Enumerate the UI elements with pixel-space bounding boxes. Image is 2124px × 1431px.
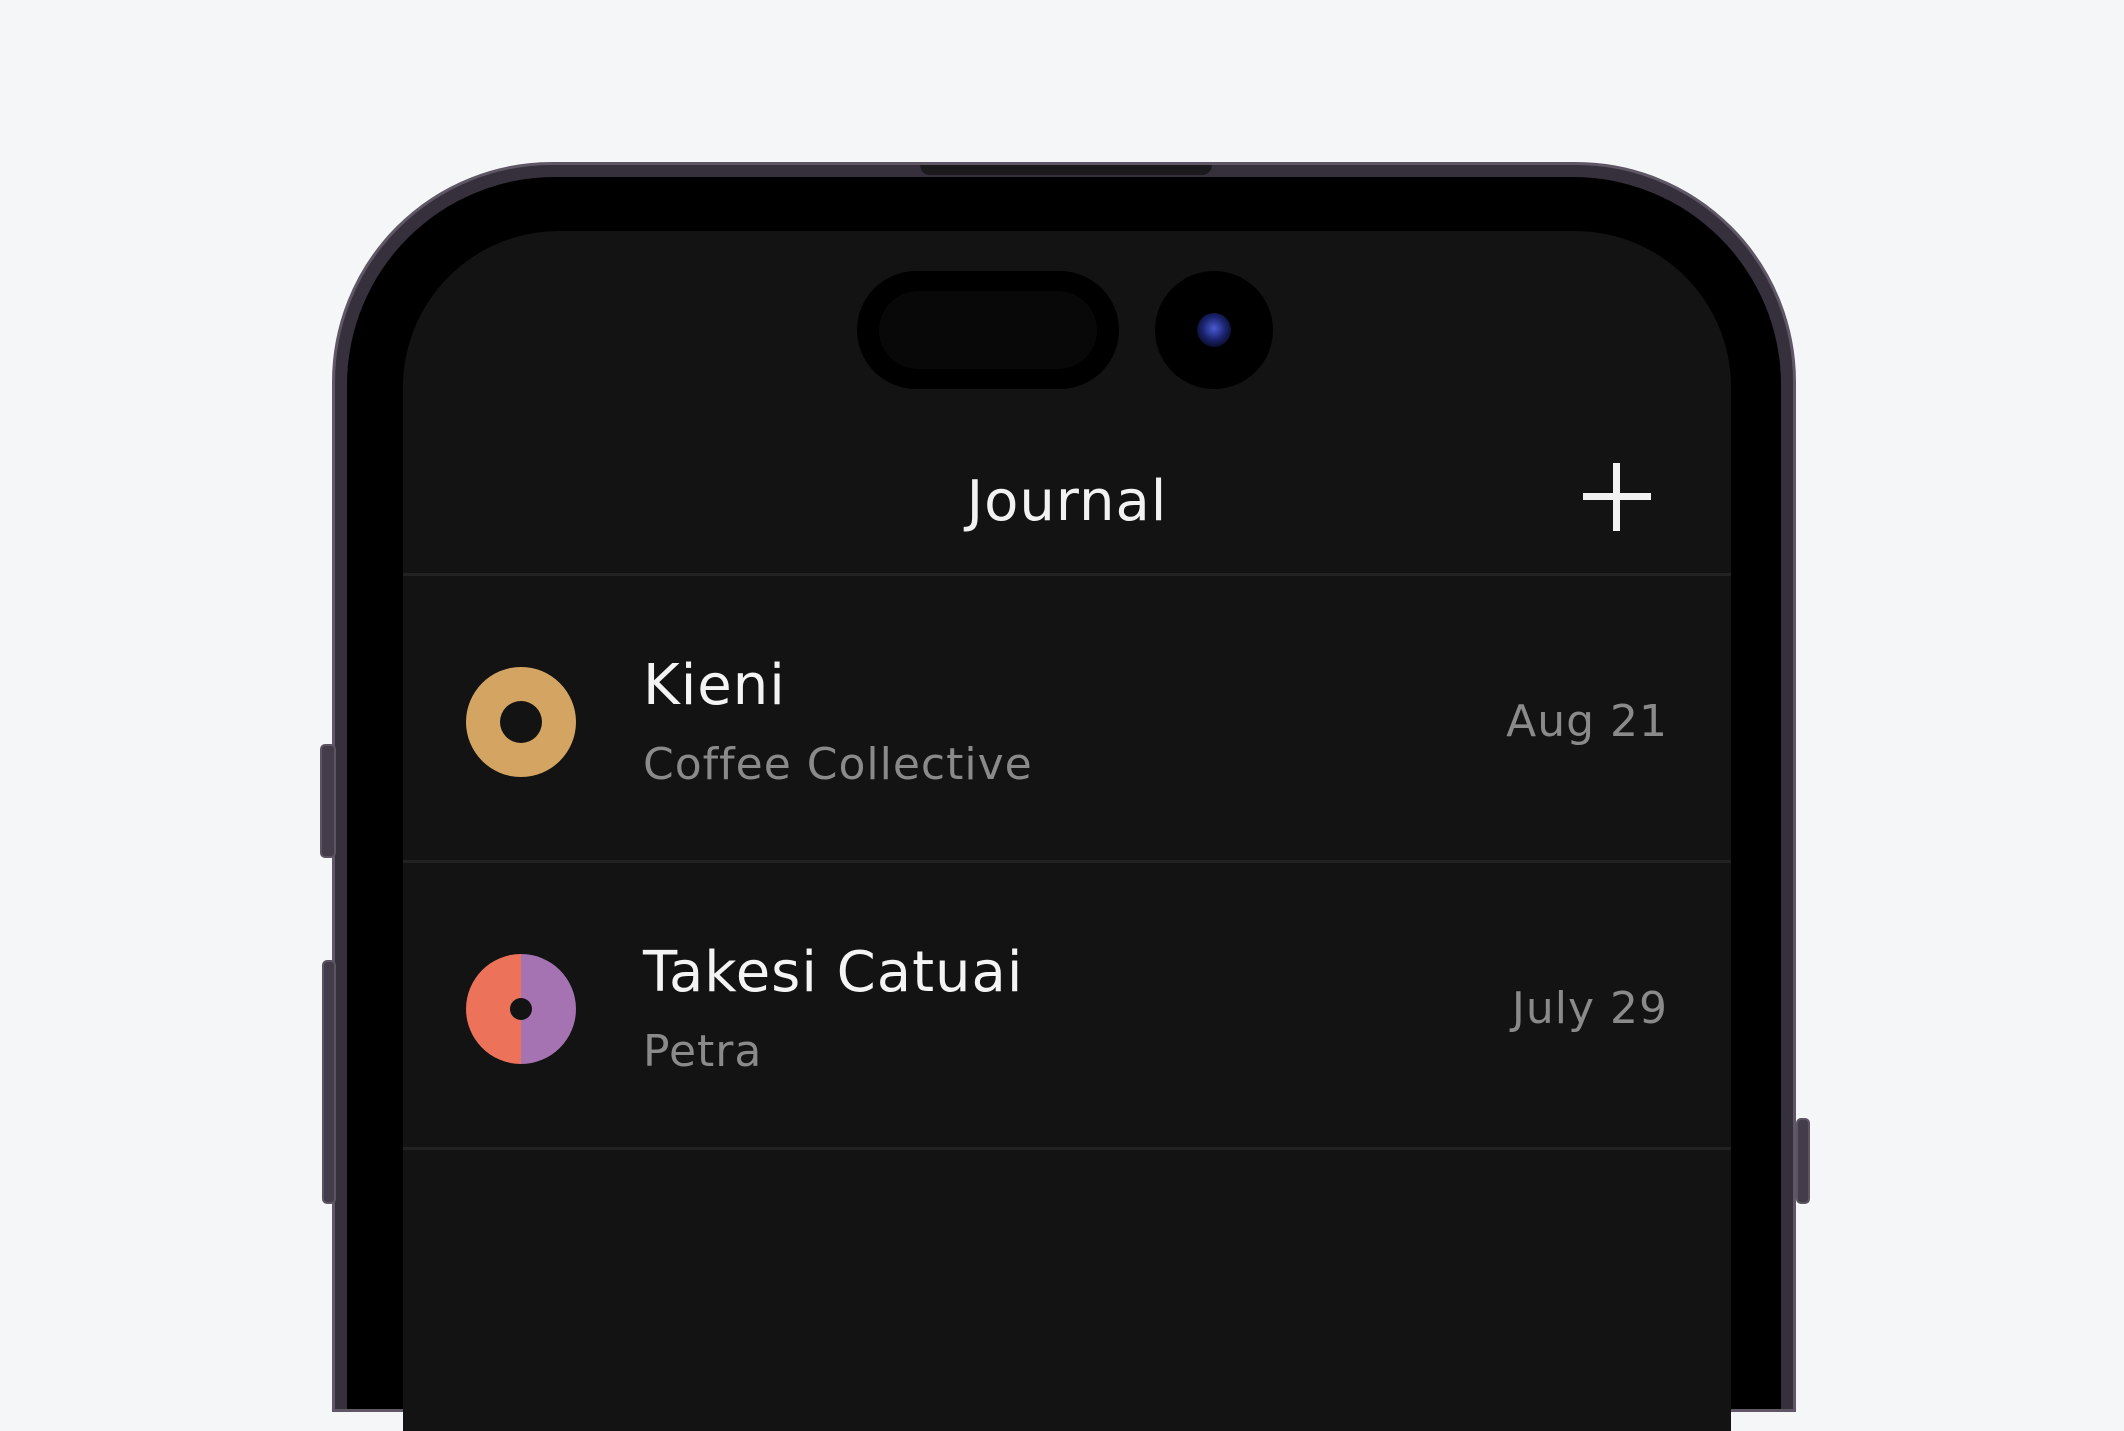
list-item[interactable]: Kieni Coffee Collective Aug 21 [403, 576, 1731, 863]
plus-icon [1583, 463, 1651, 531]
ring-avatar-icon [466, 667, 576, 777]
phone-frame: Journal Kieni Coffee Collective Aug 21 T… [332, 162, 1796, 1431]
entry-date: Aug 21 [1506, 696, 1668, 747]
entry-name: Kieni [643, 653, 786, 718]
list-item[interactable]: Takesi Catuai Petra July 29 [403, 863, 1731, 1150]
action-button [320, 744, 336, 858]
speaker-grille [920, 165, 1212, 175]
journal-list: Kieni Coffee Collective Aug 21 Takesi Ca… [403, 576, 1731, 1150]
front-camera [1155, 271, 1273, 389]
dynamic-island-inner [879, 291, 1097, 369]
entry-subtitle: Petra [643, 1026, 763, 1077]
camera-lens [1197, 313, 1231, 347]
dynamic-island [857, 271, 1119, 389]
app-screen: Journal Kieni Coffee Collective Aug 21 T… [403, 231, 1731, 1431]
navigation-bar: Journal [403, 431, 1731, 576]
volume-up-button [322, 960, 336, 1204]
add-entry-button[interactable] [1579, 459, 1655, 535]
power-button [1796, 1118, 1810, 1204]
split-ring-avatar-icon [466, 954, 576, 1064]
entry-subtitle: Coffee Collective [643, 739, 1033, 790]
entry-name: Takesi Catuai [643, 940, 1024, 1005]
page-title: Journal [966, 469, 1168, 534]
entry-date: July 29 [1511, 983, 1668, 1034]
